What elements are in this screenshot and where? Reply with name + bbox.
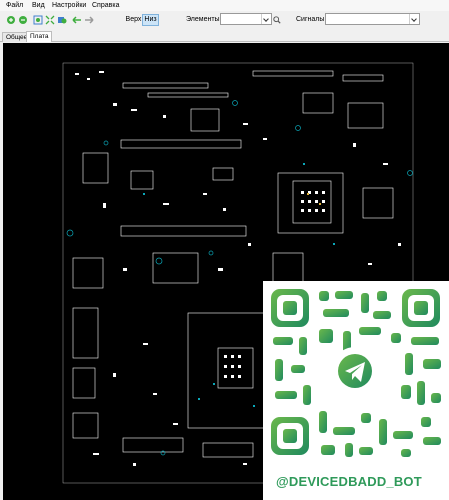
menu-view[interactable]: Вид <box>32 2 45 9</box>
telegram-icon <box>331 347 379 395</box>
zoom-area-icon[interactable] <box>33 15 43 25</box>
qr-code-image <box>271 289 441 457</box>
toolbar: Верх Низ Элементы: Сигналы: <box>0 11 449 30</box>
chevron-down-icon <box>409 14 419 24</box>
zoom-in-icon[interactable] <box>6 15 16 25</box>
chevron-down-icon <box>261 14 271 24</box>
bot-handle-label: @DEVICEDBADD_BOT <box>276 474 422 489</box>
menu-help[interactable]: Справка <box>92 2 119 9</box>
side-bottom-button[interactable]: Низ <box>142 14 159 26</box>
arrow-left-icon[interactable] <box>72 15 82 25</box>
elements-label: Элементы: <box>186 16 222 23</box>
menu-file[interactable]: Файл <box>6 2 23 9</box>
zoom-out-icon[interactable] <box>18 15 28 25</box>
search-icon[interactable] <box>273 16 281 24</box>
fit-view-icon[interactable] <box>45 15 55 25</box>
tab-board[interactable]: Плата <box>26 31 53 42</box>
elements-select[interactable] <box>220 13 272 25</box>
signals-select[interactable] <box>325 13 420 25</box>
side-top-button[interactable]: Верх <box>124 14 143 26</box>
arrow-right-icon[interactable] <box>84 15 94 25</box>
menu-bar: Файл Вид Настройки Справка <box>0 0 449 11</box>
signals-label: Сигналы: <box>296 16 327 23</box>
qr-code-overlay <box>263 281 449 500</box>
menu-settings[interactable]: Настройки <box>52 2 86 9</box>
tab-strip: Общее Плата <box>0 30 449 42</box>
zoom-fit-icon[interactable] <box>57 15 67 25</box>
